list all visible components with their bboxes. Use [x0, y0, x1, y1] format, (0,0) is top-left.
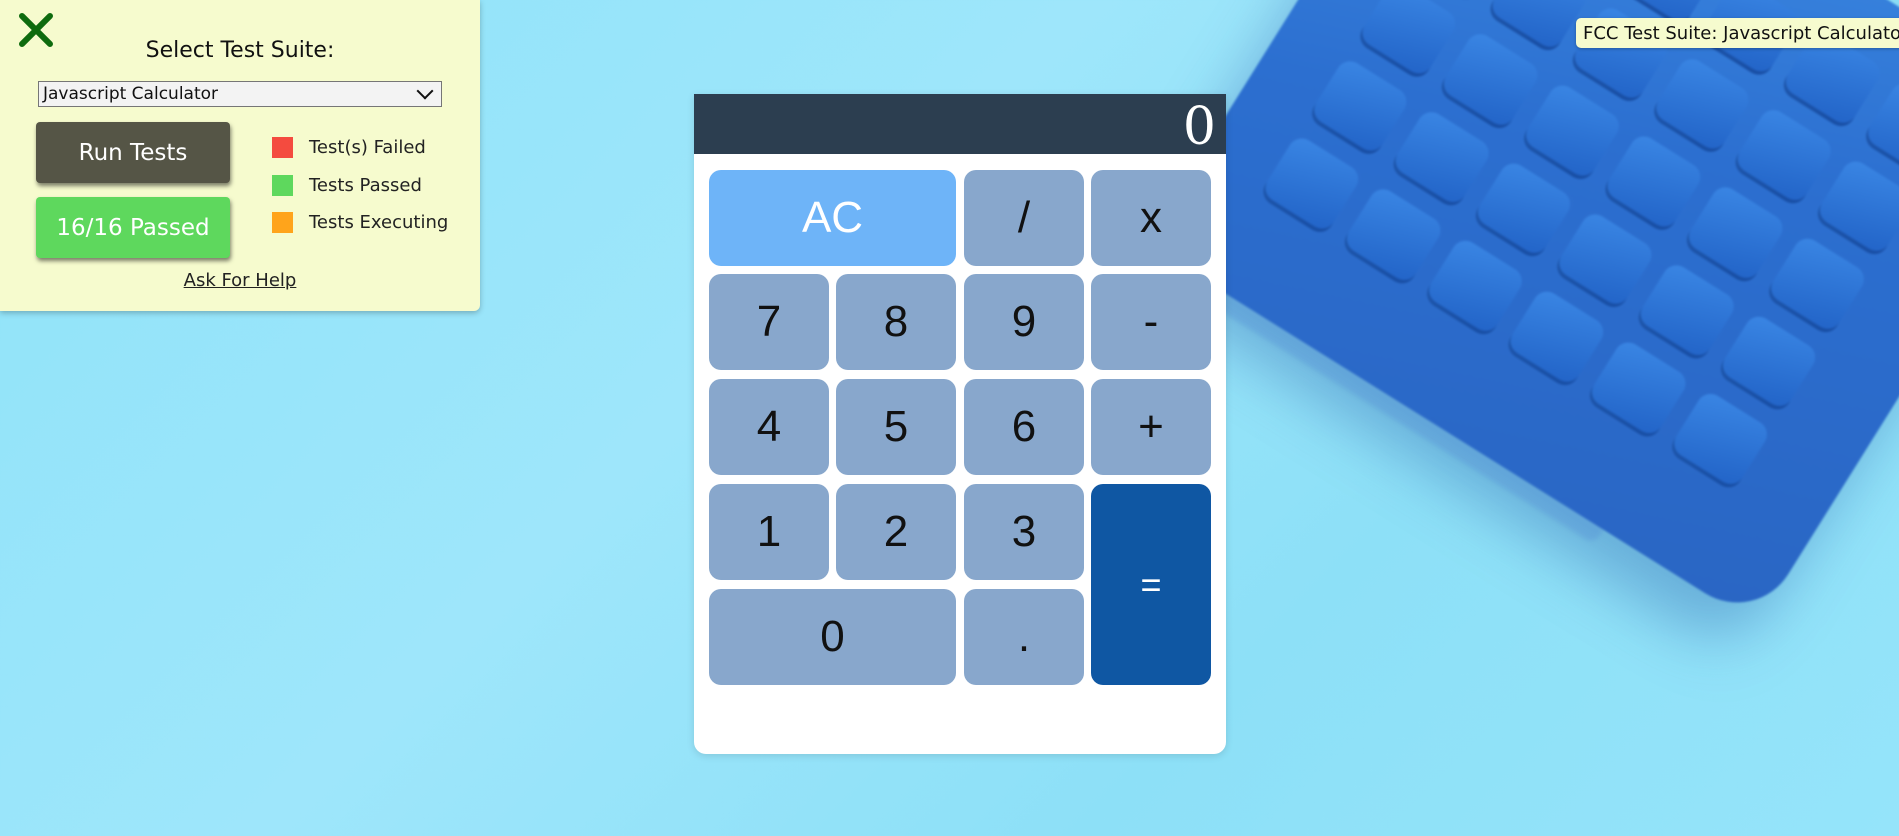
suite-label: FCC Test Suite: Javascript Calculator: [1576, 18, 1899, 48]
equals-button[interactable]: =: [1091, 484, 1211, 685]
nine-button[interactable]: 9: [964, 274, 1084, 370]
decimal-button[interactable]: .: [964, 589, 1084, 685]
panel-title: Select Test Suite:: [145, 38, 335, 63]
calculator: 0 AC / x 7 8 9 - 4 5 6 + 1 2 3 = 0 .: [694, 94, 1226, 754]
failed-swatch: [272, 137, 293, 158]
passed-swatch: [272, 175, 293, 196]
chevron-down-icon: [416, 82, 434, 100]
zero-button[interactable]: 0: [709, 589, 956, 685]
three-button[interactable]: 3: [964, 484, 1084, 580]
test-suite-select[interactable]: Javascript Calculator: [38, 81, 442, 107]
multiply-button[interactable]: x: [1091, 170, 1211, 266]
two-button[interactable]: 2: [836, 484, 956, 580]
six-button[interactable]: 6: [964, 379, 1084, 475]
seven-button[interactable]: 7: [709, 274, 829, 370]
background-calculator-image: [1145, 0, 1899, 626]
subtract-button[interactable]: -: [1091, 274, 1211, 370]
clear-button[interactable]: AC: [709, 170, 956, 266]
ask-for-help-link[interactable]: Ask For Help: [0, 270, 480, 291]
eight-button[interactable]: 8: [836, 274, 956, 370]
selected-suite-value: Javascript Calculator: [43, 84, 219, 104]
legend-failed: Test(s) Failed: [272, 137, 426, 158]
legend-executing: Tests Executing: [272, 212, 448, 233]
executing-swatch: [272, 212, 293, 233]
legend-passed-label: Tests Passed: [309, 175, 422, 196]
four-button[interactable]: 4: [709, 379, 829, 475]
one-button[interactable]: 1: [709, 484, 829, 580]
divide-button[interactable]: /: [964, 170, 1084, 266]
calculator-display: 0: [694, 94, 1226, 157]
run-tests-button[interactable]: Run Tests: [36, 122, 230, 183]
test-results-button[interactable]: 16/16 Passed: [36, 197, 230, 258]
five-button[interactable]: 5: [836, 379, 956, 475]
test-suite-panel: Select Test Suite: Javascript Calculator…: [0, 0, 480, 311]
legend-passed: Tests Passed: [272, 175, 422, 196]
legend-executing-label: Tests Executing: [309, 212, 449, 233]
legend-failed-label: Test(s) Failed: [309, 137, 426, 158]
add-button[interactable]: +: [1091, 379, 1211, 475]
